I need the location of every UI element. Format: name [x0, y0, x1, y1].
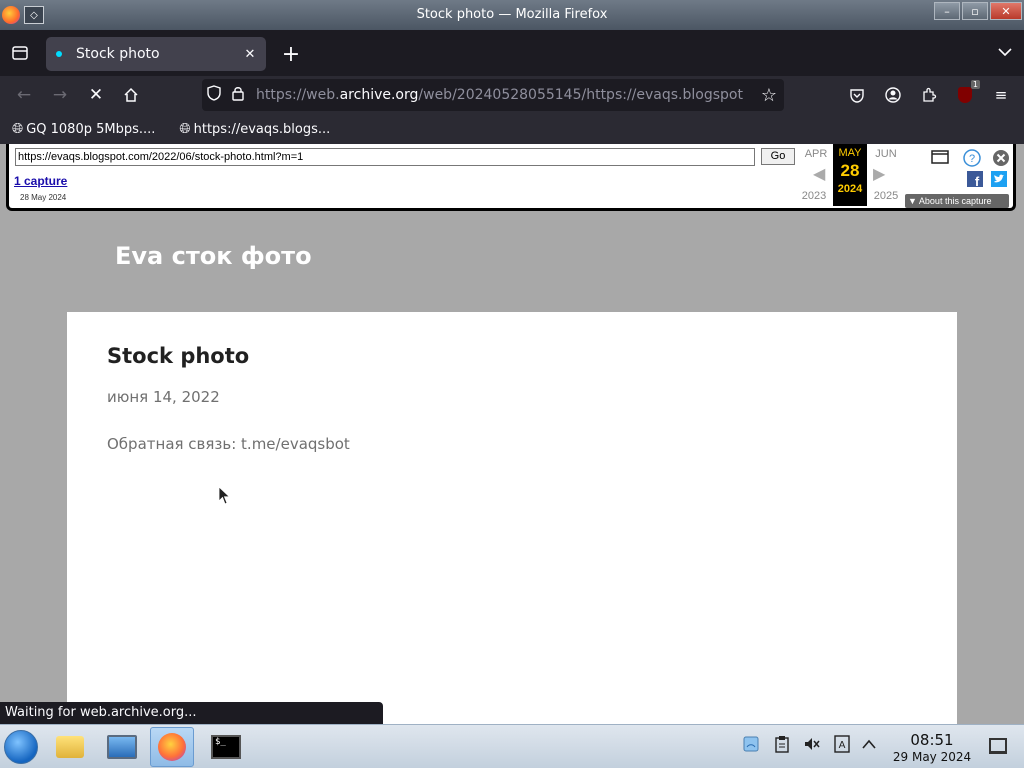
firefox-icon	[158, 733, 186, 761]
firefox-view-icon	[12, 46, 28, 60]
tab-close-button[interactable]: ✕	[238, 47, 262, 62]
wayback-help-icon[interactable]: ?	[963, 149, 981, 172]
window-titlebar: ◇ Stock photo — Mozilla Firefox – ▫ ✕	[0, 0, 1024, 30]
volume-muted-icon[interactable]	[803, 735, 821, 757]
tab-strip: Stock photo ✕ +	[0, 30, 1024, 76]
status-panel: Waiting for web.archive.org...	[0, 702, 383, 724]
window-controls: – ▫ ✕	[934, 2, 1022, 20]
wayback-close-icon[interactable]	[992, 149, 1010, 172]
firefox-taskbar-button[interactable]	[150, 727, 194, 767]
toolbar-right: 1 ≡	[844, 80, 1014, 108]
post-card: Stock photo июня 14, 2022 Обратная связь…	[67, 312, 957, 724]
wayback-go-button[interactable]: Go	[761, 148, 795, 165]
wayback-capture-date: 28 May 2024	[20, 193, 67, 202]
tab-stock-photo[interactable]: Stock photo ✕	[46, 37, 266, 71]
system-settings-taskbar-button[interactable]	[100, 727, 144, 767]
wayback-captures-link[interactable]: 1 capture	[14, 174, 67, 188]
bookmark-star-icon[interactable]: ☆	[754, 85, 784, 106]
bookmark-label: GQ 1080p 5Mbps....	[26, 121, 156, 137]
svg-text:A: A	[839, 740, 846, 751]
wayback-next-arrow-icon[interactable]: ▶	[873, 164, 885, 184]
wayback-next-year[interactable]: 2025	[869, 190, 903, 202]
maximize-button[interactable]: ▫	[962, 2, 988, 20]
extensions-icon[interactable]	[916, 82, 942, 108]
terminal-icon: $_	[211, 735, 241, 759]
new-tab-button[interactable]: +	[278, 41, 304, 67]
globe-icon: 🌐︎	[179, 121, 191, 137]
wayback-about-capture-button[interactable]: ▼ About this capture	[905, 194, 1009, 208]
app-menu-icon[interactable]: ≡	[988, 82, 1014, 108]
wayback-next-month[interactable]: JUN	[869, 148, 903, 160]
close-window-button[interactable]: ✕	[990, 2, 1022, 20]
navigation-toolbar: ← → ✕ https://web.archive.org/web/202405…	[0, 76, 1024, 114]
minimize-button[interactable]: –	[934, 2, 960, 20]
wayback-prev-arrow-icon[interactable]: ◀	[813, 164, 825, 184]
bookmark-item[interactable]: 🌐︎ https://evaqs.blogs...	[179, 121, 330, 137]
home-icon	[124, 87, 138, 102]
wayback-window-icon[interactable]	[931, 150, 949, 169]
post-title[interactable]: Stock photo	[107, 344, 249, 368]
back-button[interactable]: ←	[10, 82, 38, 108]
show-desktop-button[interactable]	[989, 738, 1007, 754]
terminal-taskbar-button[interactable]: $_	[204, 727, 248, 767]
lock-icon[interactable]	[226, 86, 250, 105]
wayback-prev-year[interactable]: 2023	[797, 190, 831, 202]
taskbar: $_ A 08:51 29 May 2024	[0, 724, 1024, 768]
chevron-up-icon[interactable]	[862, 735, 876, 753]
mouse-cursor-icon	[218, 486, 231, 505]
clock-date: 29 May 2024	[892, 750, 972, 764]
clipboard-icon[interactable]	[774, 735, 790, 757]
account-icon[interactable]	[880, 82, 906, 108]
list-all-tabs-button[interactable]	[998, 44, 1012, 60]
wayback-toolbar: https://evaqs.blogspot.com/2022/06/stock…	[6, 144, 1016, 211]
wayback-current-capture: MAY 28 2024	[833, 144, 867, 206]
loading-indicator-icon	[56, 51, 62, 57]
url-text[interactable]: https://web.archive.org/web/202405280551…	[250, 87, 754, 103]
monitor-icon	[107, 735, 137, 759]
facebook-icon[interactable]: f	[967, 171, 983, 192]
bookmark-item[interactable]: 🌐︎ GQ 1080p 5Mbps....	[12, 121, 155, 137]
twitter-icon[interactable]	[991, 171, 1007, 192]
wayback-current-day: 28	[840, 161, 860, 180]
clock-time: 08:51	[910, 731, 954, 749]
wayback-current-year: 2024	[837, 183, 863, 195]
page-content: https://evaqs.blogspot.com/2022/06/stock…	[0, 144, 1024, 724]
window-title: Stock photo — Mozilla Firefox	[416, 7, 608, 22]
home-button[interactable]	[117, 82, 145, 108]
wayback-url-input[interactable]: https://evaqs.blogspot.com/2022/06/stock…	[15, 148, 755, 166]
wayback-current-month: MAY	[838, 147, 862, 159]
svg-text:?: ?	[969, 153, 975, 165]
svg-text:f: f	[975, 174, 980, 187]
network-icon[interactable]	[742, 735, 760, 757]
post-date: июня 14, 2022	[107, 388, 220, 406]
bookmarks-toolbar: 🌐︎ GQ 1080p 5Mbps.... 🌐︎ https://evaqs.b…	[0, 114, 1024, 144]
blog-title[interactable]: Eva сток фото	[115, 242, 312, 270]
wayback-prev-month[interactable]: APR	[799, 148, 833, 160]
url-bar[interactable]: https://web.archive.org/web/202405280551…	[202, 79, 784, 111]
forward-button[interactable]: →	[46, 82, 74, 108]
bookmark-label: https://evaqs.blogs...	[193, 121, 331, 137]
post-body: Обратная связь: t.me/evaqsbot	[107, 435, 350, 453]
firefox-view-button[interactable]	[0, 30, 40, 76]
wayback-about-label: About this capture	[918, 196, 992, 206]
tab-title: Stock photo	[76, 46, 160, 62]
chevron-down-icon	[998, 48, 1012, 57]
keyboard-layout-icon[interactable]: A	[834, 735, 850, 757]
tracking-protection-icon[interactable]	[202, 85, 226, 105]
file-manager-taskbar-button[interactable]	[48, 727, 92, 767]
start-button[interactable]	[4, 730, 38, 764]
stop-button[interactable]: ✕	[82, 82, 110, 108]
ublock-origin-icon[interactable]: 1	[952, 80, 980, 108]
globe-icon: 🌐︎	[12, 121, 24, 137]
pocket-icon[interactable]	[844, 82, 870, 108]
folder-icon	[56, 736, 84, 758]
taskbar-clock[interactable]: 08:51 29 May 2024	[884, 731, 980, 764]
